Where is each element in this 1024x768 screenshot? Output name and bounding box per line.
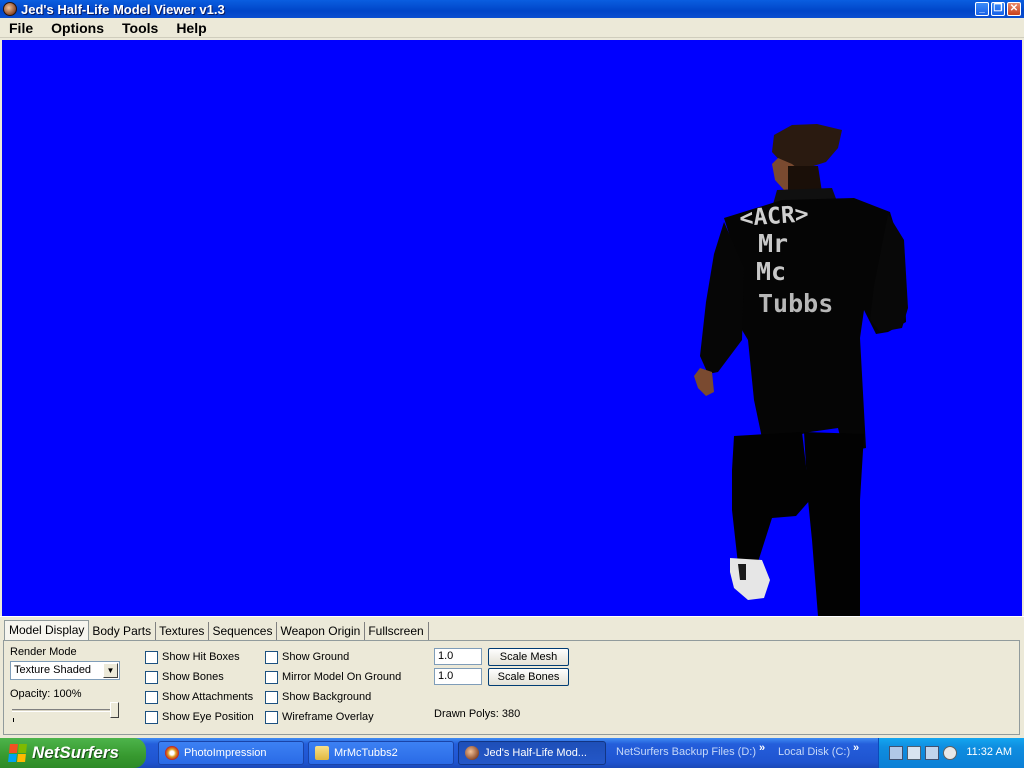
task-label: PhotoImpression — [184, 747, 267, 759]
task-label: MrMcTubbs2 — [334, 747, 398, 759]
show-background-checkbox[interactable] — [265, 691, 278, 704]
taskbar: NetSurfers PhotoImpression MrMcTubbs2 Je… — [0, 738, 1024, 768]
menu-options[interactable]: Options — [42, 20, 113, 36]
start-label: NetSurfers — [32, 743, 119, 762]
network-connection-icon[interactable] — [925, 746, 939, 760]
player-model: <ACR> Mr Mc Tubbs — [694, 124, 908, 616]
task-photoimpression[interactable]: PhotoImpression — [158, 741, 304, 765]
scale-mesh-input[interactable]: 1.0 — [434, 648, 482, 665]
photoimpression-icon — [165, 746, 179, 760]
model-text-line-2: Mr — [758, 229, 788, 258]
show-hit-boxes-label: Show Hit Boxes — [162, 651, 240, 663]
toolbar-backup-files[interactable]: NetSurfers Backup Files (D:) — [616, 746, 756, 758]
tab-body-parts[interactable]: Body Parts — [89, 622, 157, 640]
opacity-slider-thumb[interactable] — [110, 702, 119, 718]
toolbar-chevron-1[interactable]: » — [759, 742, 765, 754]
show-attachments-label: Show Attachments — [162, 691, 254, 703]
opacity-label: Opacity: 100% — [10, 688, 82, 700]
volume-icon[interactable] — [943, 746, 957, 760]
show-bones-checkbox[interactable] — [145, 671, 158, 684]
menu-tools[interactable]: Tools — [113, 20, 167, 36]
control-panel: Model Display Body Parts Textures Sequen… — [0, 616, 1024, 738]
mirror-model-checkbox[interactable] — [265, 671, 278, 684]
show-eye-position-label: Show Eye Position — [162, 711, 254, 723]
folder-icon — [315, 746, 329, 760]
drawn-polys-label: Drawn Polys: 380 — [434, 708, 521, 720]
show-eye-position-checkbox[interactable] — [145, 711, 158, 724]
model-text-line-4: Tubbs — [758, 289, 833, 318]
tab-strip: Model Display Body Parts Textures Sequen… — [4, 620, 429, 640]
task-model-viewer[interactable]: Jed's Half-Life Mod... — [458, 741, 606, 765]
window-title: Jed's Half-Life Model Viewer v1.3 — [21, 1, 225, 17]
system-tray: 11:32 AM — [878, 738, 1024, 768]
scale-bones-input[interactable]: 1.0 — [434, 668, 482, 685]
tab-model-display[interactable]: Model Display — [4, 620, 90, 640]
scale-bones-button[interactable]: Scale Bones — [488, 668, 569, 686]
tab-sequences[interactable]: Sequences — [209, 622, 278, 640]
show-ground-label: Show Ground — [282, 651, 350, 663]
title-bar: Jed's Half-Life Model Viewer v1.3 _ ❐ ✕ — [0, 0, 1024, 18]
task-mrmctubbs2[interactable]: MrMcTubbs2 — [308, 741, 454, 765]
scale-mesh-button[interactable]: Scale Mesh — [488, 648, 569, 666]
menu-file[interactable]: File — [0, 20, 42, 36]
tab-fullscreen[interactable]: Fullscreen — [365, 622, 429, 640]
tab-weapon-origin[interactable]: Weapon Origin — [277, 622, 366, 640]
task-label: Jed's Half-Life Mod... — [484, 747, 587, 759]
show-ground-checkbox[interactable] — [265, 651, 278, 664]
model-viewport[interactable]: <ACR> Mr Mc Tubbs — [2, 40, 1022, 616]
close-button[interactable]: ✕ — [1007, 2, 1021, 16]
mirror-model-label: Mirror Model On Ground — [282, 671, 402, 683]
toolbar-local-disk[interactable]: Local Disk (C:) — [778, 746, 850, 758]
slider-tick — [13, 718, 14, 722]
model-text-line-3: Mc — [756, 257, 786, 286]
render-mode-label: Render Mode — [10, 646, 77, 658]
maximize-button[interactable]: ❐ — [991, 2, 1005, 16]
computer-icon[interactable] — [907, 746, 921, 760]
model-text-line-1: <ACR> — [739, 201, 810, 232]
show-background-label: Show Background — [282, 691, 372, 703]
tab-textures[interactable]: Textures — [156, 622, 210, 640]
app-icon[interactable] — [3, 2, 17, 16]
opacity-slider-track[interactable] — [12, 709, 116, 712]
menu-help[interactable]: Help — [167, 20, 215, 36]
render-mode-select[interactable]: Texture Shaded ▼ — [10, 661, 120, 680]
network-icon[interactable] — [889, 746, 903, 760]
clock[interactable]: 11:32 AM — [966, 746, 1012, 758]
show-attachments-checkbox[interactable] — [145, 691, 158, 704]
wireframe-overlay-label: Wireframe Overlay — [282, 711, 374, 723]
toolbar-chevron-2[interactable]: » — [853, 742, 859, 754]
show-hit-boxes-checkbox[interactable] — [145, 651, 158, 664]
minimize-button[interactable]: _ — [975, 2, 989, 16]
start-button[interactable]: NetSurfers — [0, 738, 146, 768]
render-mode-value: Texture Shaded — [14, 664, 92, 676]
windows-logo-icon — [8, 744, 28, 762]
show-bones-label: Show Bones — [162, 671, 224, 683]
menu-bar: File Options Tools Help — [0, 18, 1024, 38]
chevron-down-icon[interactable]: ▼ — [103, 663, 118, 678]
model-viewer-icon — [465, 746, 479, 760]
wireframe-overlay-checkbox[interactable] — [265, 711, 278, 724]
